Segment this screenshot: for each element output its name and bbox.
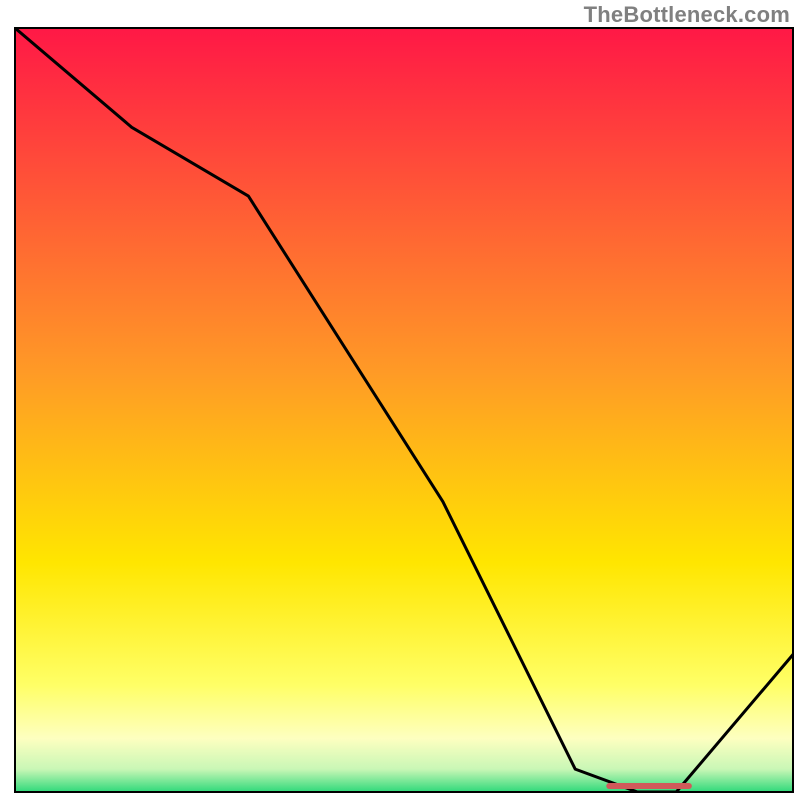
bottleneck-chart [0,0,800,800]
gradient-background [15,28,793,792]
chart-container: TheBottleneck.com [0,0,800,800]
watermark-text: TheBottleneck.com [584,2,790,28]
optimal-range-marker [606,783,692,789]
